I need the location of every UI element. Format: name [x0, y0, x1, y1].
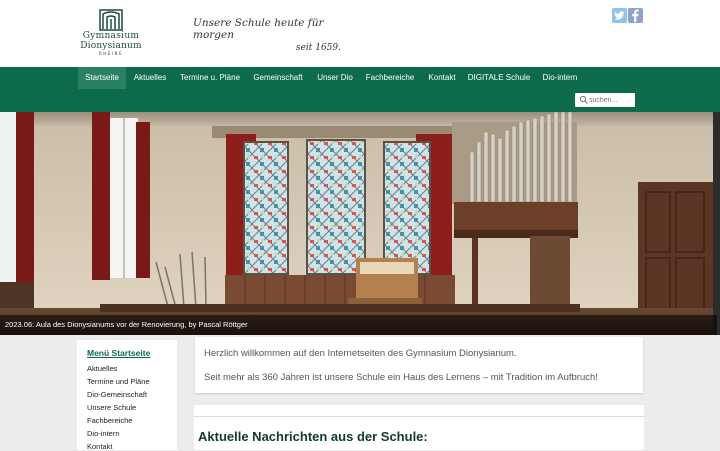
sidebar-item-unsere-schule[interactable]: Unsere Schule — [87, 403, 136, 412]
nav-item-dio-intern[interactable]: Dio-intern — [536, 67, 584, 89]
aula-photo — [0, 112, 720, 335]
search-box[interactable] — [575, 93, 635, 107]
site-header: Gymnasium Dionysianum RHEINE Unsere Schu… — [0, 0, 720, 67]
nav-item-aktuelles[interactable]: Aktuelles — [128, 67, 172, 89]
nav-item-kontakt[interactable]: Kontakt — [422, 67, 462, 89]
slogan: Unsere Schule heute für morgen seit 1659… — [193, 17, 345, 53]
nav-item-fachbereiche[interactable]: Fachbereiche — [362, 67, 418, 89]
nav-item-digitale-schule[interactable]: DIGITALE Schule — [466, 67, 532, 89]
nav-item-unser-dio[interactable]: Unser Dio — [312, 67, 358, 89]
welcome-text-2: Seit mehr als 360 Jahren ist unsere Schu… — [204, 372, 598, 383]
nav-item-startseite[interactable]: Startseite — [78, 67, 126, 89]
welcome-box: Herzlich willkommen auf den Internetseit… — [195, 337, 643, 393]
twitter-icon[interactable] — [612, 8, 627, 23]
facebook-icon[interactable] — [628, 8, 643, 23]
school-logo[interactable]: Gymnasium Dionysianum RHEINE — [77, 8, 145, 60]
news-heading: Aktuelle Nachrichten aus der Schule: — [198, 429, 428, 444]
twitter-bird-icon — [614, 11, 625, 20]
sidebar-item-termine[interactable]: Termine und Pläne — [87, 377, 150, 386]
news-section: Aktuelle Nachrichten aus der Schule: — [194, 405, 644, 450]
sidebar-item-gemeinschaft[interactable]: Dio-Gemeinschaft — [87, 390, 147, 399]
divider — [194, 416, 644, 417]
logo-text-line3: RHEINE — [98, 51, 123, 56]
facebook-f-icon — [632, 9, 639, 22]
slogan-line2: seit 1659. — [295, 43, 341, 53]
sidebar-title[interactable]: Menü Startseite — [87, 348, 150, 358]
logo-mark-icon — [99, 9, 123, 31]
slogan-line1: Unsere Schule heute für morgen — [193, 17, 324, 41]
search-icon — [579, 95, 588, 104]
logo-text-line2: Dionysianum — [80, 41, 142, 51]
search-input[interactable] — [589, 94, 633, 106]
nav-item-termine[interactable]: Termine u. Pläne — [176, 67, 244, 89]
sidebar-item-fachbereiche[interactable]: Fachbereiche — [87, 416, 132, 425]
hero-caption: 2023.06: Aula des Dionysianums vor der R… — [0, 315, 717, 335]
nav-item-gemeinschaft[interactable]: Gemeinschaft — [248, 67, 308, 89]
sidebar-menu: Menü Startseite Aktuelles Termine und Pl… — [77, 340, 177, 451]
sidebar-item-dio-intern[interactable]: Dio-intern — [87, 429, 120, 438]
sidebar-item-aktuelles[interactable]: Aktuelles — [87, 364, 117, 373]
logo-text-line1: Gymnasium — [82, 31, 140, 41]
welcome-text-1: Herzlich willkommen auf den Internetseit… — [204, 348, 517, 359]
hero-edge — [713, 112, 720, 335]
hero-image — [0, 112, 720, 335]
